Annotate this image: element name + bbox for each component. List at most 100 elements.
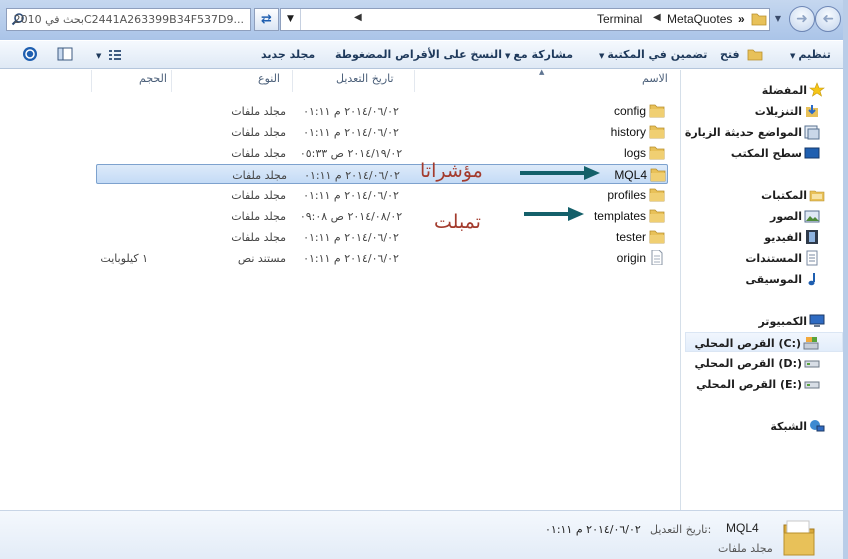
column-divider[interactable] [91,70,92,92]
file-date: ٢٠١٤/٠٨/٠٢ ص ٠٩:٠٨ [299,210,403,223]
preview-pane-button[interactable] [57,47,73,64]
folder-icon [650,168,666,182]
nav-drive-e[interactable]: القرص المحلي (E:) [681,374,847,394]
view-icon [109,50,122,60]
nav-label: المكتبات [761,189,807,202]
change-view-button[interactable]: ▼ [93,48,122,61]
nav-label: المواضع حديثة الزيارة [684,126,802,139]
column-divider[interactable] [171,70,172,92]
column-header-name[interactable]: الاسم [642,72,668,92]
new-folder-button[interactable]: مجلد جديد [261,48,315,61]
nav-desktop[interactable]: سطح المكتب [681,143,847,163]
annotation-arrow [524,207,584,221]
details-date: ٢٠١٤/٠٦/٠٢ م ٠١:١١ [545,523,641,536]
nav-label: الشبكة [770,420,807,433]
organize-menu[interactable]: ▼ تنظيم [787,48,831,61]
file-date: ٢٠١٤/٠٦/٠٢ م ٠١:١١ [303,126,399,139]
nav-drive-c[interactable]: القرص المحلي (C:) [685,332,843,352]
chevron-left-icon[interactable]: ◀ [653,12,661,23]
nav-libraries[interactable]: المكتبات [681,185,847,205]
refresh-button[interactable]: ⇄ [254,8,279,31]
folder-icon [649,125,665,139]
libraries-icon [809,190,825,202]
chevron-down-icon: ▼ [505,52,511,60]
share-with-menu[interactable]: ▼ مشاركة مع [502,48,573,61]
title-bar: بحث في 2010C2441A263399B34F537D9... ⇄ ▼ … [0,0,848,40]
file-date: ٢٠١٤/١٩/٠٢ ص ٠٥:٣٣ [299,147,403,160]
file-date: ٢٠١٤/٠٦/٠٢ م ٠١:١١ [303,231,399,244]
file-type: مجلد ملفات [231,105,286,118]
file-row[interactable]: مجلد ملفات ٢٠١٤/١٩/٠٢ ص ٠٥:٣٣ logs [96,143,668,163]
recent-places-icon [804,125,820,140]
downloads-icon [806,105,818,117]
network-icon [810,420,825,432]
nav-music[interactable]: الموسيقى [681,269,847,289]
nav-computer[interactable]: الكمبيوتر [681,311,847,331]
window-border [843,0,848,559]
forward-button[interactable]: ➜ [789,6,815,32]
nav-documents[interactable]: المستندات [681,248,847,268]
file-date: ٢٠١٤/٠٦/٠٢ م ٠١:١١ [303,252,399,265]
file-name: origin [616,251,646,265]
column-header-type[interactable]: النوع [258,72,280,92]
nav-label: التنزيلات [754,105,802,118]
preview-pane-icon [57,47,73,61]
nav-drive-d[interactable]: القرص المحلي (D:) [681,353,847,373]
column-header-date[interactable]: تاريخ التعديل [336,72,394,92]
folder-icon [649,188,665,202]
share-label: مشاركة مع [513,48,574,61]
open-button[interactable]: فتح [720,48,763,61]
address-dropdown-button[interactable]: ▼ [281,9,301,30]
annotation-templates: تمبلت [434,211,481,233]
file-date: ٢٠١٤/٠٦/٠٢ م ٠١:١١ [303,189,399,202]
breadcrumb-metaquotes[interactable]: MetaQuotes [667,12,732,26]
nav-label: الصور [770,210,802,223]
burn-button[interactable]: النسخ على الأقراص المضغوطة [335,48,502,61]
file-row[interactable]: ١ كيلوبايت مستند نص ٢٠١٤/٠٦/٠٢ م ٠١:١١ orig… [96,248,668,268]
file-row[interactable]: مجلد ملفات ٢٠١٤/٠٦/٠٢ م ٠١:١١ config [96,101,668,121]
nav-pictures[interactable]: الصور [681,206,847,226]
address-bar[interactable]: ▼ ◀ Terminal ◀ MetaQuotes » [280,8,770,31]
file-name: history [610,125,646,139]
open-label: فتح [720,48,740,61]
details-name: MQL4 [726,521,759,535]
file-row[interactable]: مجلد ملفات ٢٠١٤/٠٦/٠٢ م ٠١:١١ tester [96,227,668,247]
text-file-icon [651,250,663,265]
column-divider[interactable] [414,70,415,92]
nav-favorites[interactable]: المفضلة [681,80,847,100]
pictures-icon [804,210,820,223]
file-type: مجلد ملفات [231,126,286,139]
nav-recent-places[interactable]: المواضع حديثة الزيارة [681,122,847,142]
breadcrumb-terminal[interactable]: Terminal [597,12,642,26]
drive-c-icon [803,337,819,350]
include-in-library-menu[interactable]: ▼ تضمين في المكتبة [596,48,707,61]
file-row[interactable]: مجلد ملفات ٢٠١٤/٠٦/٠٢ م ٠١:١١ profiles [96,185,668,205]
file-date: ٢٠١٤/٠٦/٠٢ م ٠١:١١ [303,105,399,118]
nav-videos[interactable]: الفيديو [681,227,847,247]
recent-pages-dropdown[interactable]: ▼ [772,13,784,25]
annotation-indicators: مؤشراتا [420,160,483,182]
file-type: مجلد ملفات [231,189,286,202]
search-input[interactable]: بحث في 2010C2441A263399B34F537D9... [6,8,251,31]
chevron-down-icon: ▼ [96,52,102,60]
nav-label: المفضلة [761,84,807,97]
breadcrumb-overflow[interactable]: » [738,12,745,26]
sort-arrow-icon: ▲ [539,68,545,76]
nav-downloads[interactable]: التنزيلات [681,101,847,121]
organize-label: تنظيم [798,48,831,61]
file-row[interactable]: مجلد ملفات ٢٠١٤/٠٦/٠٢ م ٠١:١١ history [96,122,668,142]
nav-label: المستندات [745,252,802,265]
nav-network[interactable]: الشبكة [681,416,847,436]
chevron-down-icon: ▼ [599,52,605,60]
search-placeholder: بحث في 2010C2441A263399B34F537D9... [13,13,244,26]
details-type: مجلد ملفات [718,542,773,555]
file-type: مستند نص [237,252,286,265]
star-icon [809,82,825,97]
back-button[interactable]: ➜ [815,6,841,32]
videos-icon [806,230,818,244]
chevron-left-icon[interactable]: ◀ [354,12,362,23]
help-button[interactable] [22,46,38,65]
nav-label: الفيديو [764,231,802,244]
column-divider[interactable] [292,70,293,92]
column-header-size[interactable]: الحجم [139,72,167,92]
